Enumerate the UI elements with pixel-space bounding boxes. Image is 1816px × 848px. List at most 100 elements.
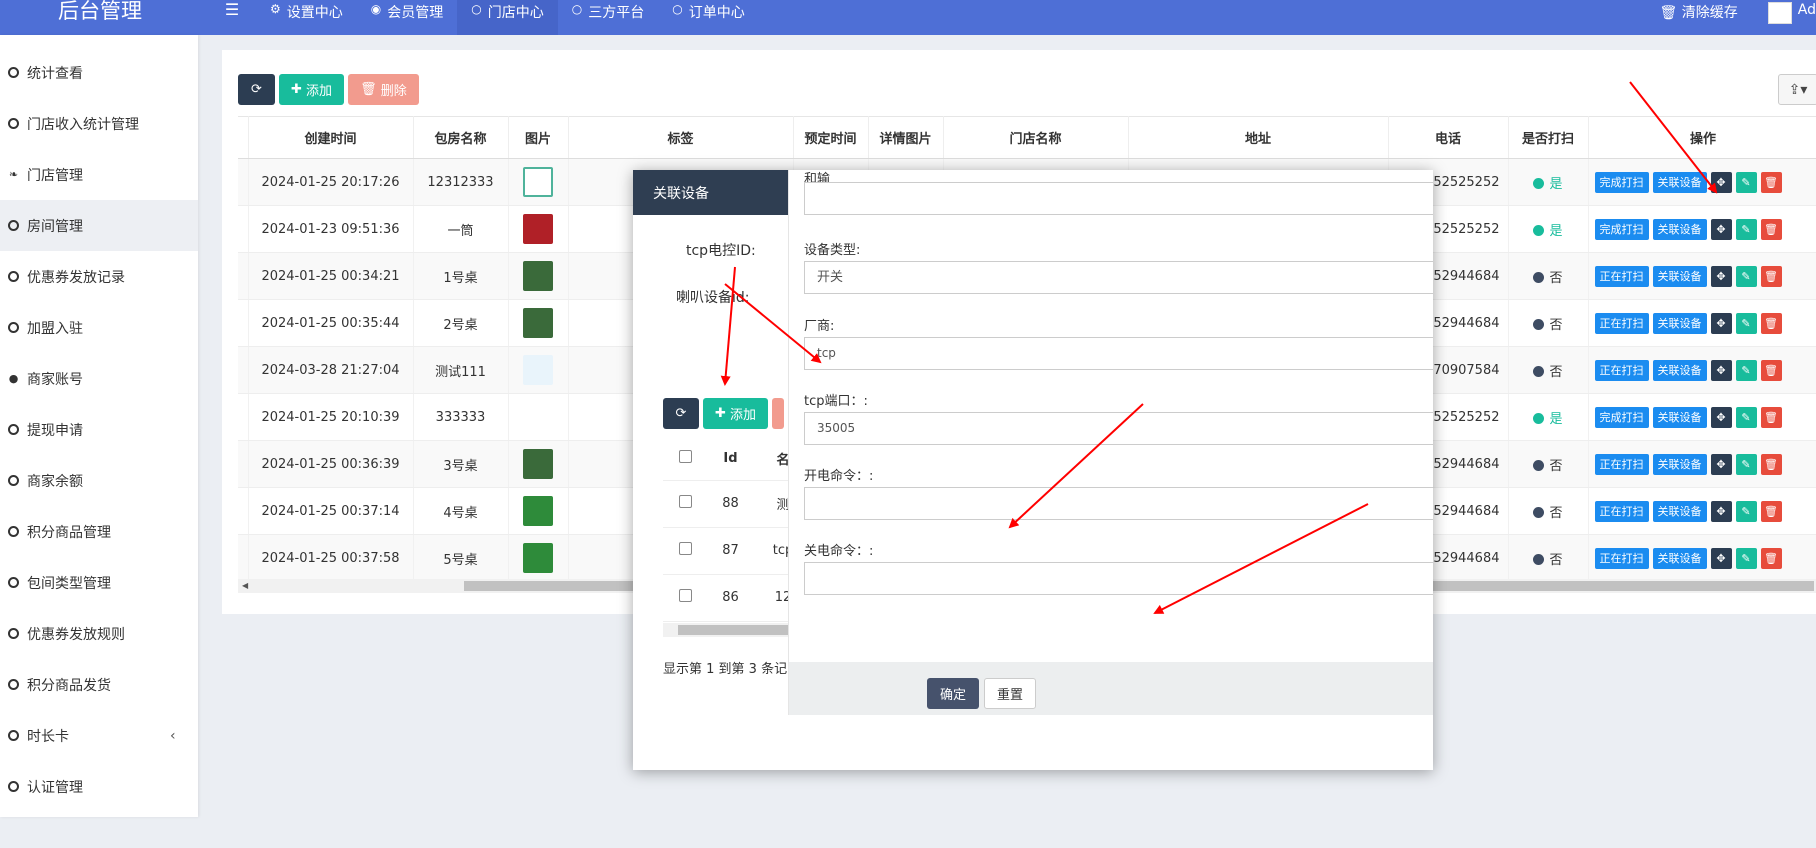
col-image[interactable]: 图片 bbox=[508, 116, 569, 159]
col-room-name[interactable]: 包房名称 bbox=[413, 116, 509, 159]
sidebar-item-merchant-accounts[interactable]: ● 商家账号 bbox=[0, 353, 198, 404]
room-thumbnail[interactable] bbox=[523, 449, 553, 479]
room-thumbnail[interactable] bbox=[523, 261, 553, 291]
nav-store-center[interactable]: ○ 门店中心 bbox=[457, 0, 558, 35]
delete-trash-icon[interactable]: 🗑 bbox=[1760, 171, 1782, 193]
cleaning-status-button[interactable]: 正在打扫 bbox=[1594, 312, 1649, 334]
modal-add-button[interactable]: ✚ 添加 bbox=[703, 398, 769, 429]
sidebar-item-merchant-balance[interactable]: 商家余额 bbox=[0, 455, 198, 506]
room-thumbnail[interactable] bbox=[523, 167, 553, 197]
delete-trash-icon[interactable]: 🗑 bbox=[1760, 218, 1782, 240]
delete-trash-icon[interactable]: 🗑 bbox=[1760, 312, 1782, 334]
delete-trash-icon[interactable]: 🗑 bbox=[1760, 406, 1782, 428]
delete-trash-icon[interactable]: 🗑 bbox=[1760, 359, 1782, 381]
cleaning-status-button[interactable]: 正在打扫 bbox=[1594, 500, 1649, 522]
drag-move-icon[interactable]: ✥ bbox=[1710, 547, 1732, 569]
user-name[interactable]: Ad bbox=[1798, 2, 1816, 18]
link-device-button[interactable]: 关联设备 bbox=[1652, 453, 1707, 475]
power-on-command-input[interactable] bbox=[804, 487, 1433, 520]
sidebar-item-franchise[interactable]: 加盟入驻 bbox=[0, 302, 198, 353]
edit-pencil-icon[interactable]: ✎ bbox=[1735, 265, 1757, 287]
menu-toggle-icon[interactable]: ☰ bbox=[222, 0, 242, 22]
link-device-button[interactable]: 关联设备 bbox=[1652, 547, 1707, 569]
room-thumbnail[interactable] bbox=[523, 308, 553, 338]
room-thumbnail[interactable] bbox=[523, 355, 553, 385]
drag-move-icon[interactable]: ✥ bbox=[1710, 359, 1732, 381]
clear-cache-button[interactable]: 🗑 清除缓存 bbox=[1660, 2, 1738, 22]
col-detail-images[interactable]: 详情图片 bbox=[868, 116, 944, 159]
row-checkbox[interactable] bbox=[679, 542, 692, 555]
sidebar-item-rooms[interactable]: 房间管理 bbox=[0, 200, 198, 251]
sidebar-item-coupon-records[interactable]: 优惠券发放记录 bbox=[0, 251, 198, 302]
link-device-button[interactable]: 关联设备 bbox=[1652, 312, 1707, 334]
col-tags[interactable]: 标签 bbox=[568, 116, 794, 159]
sidebar-item-store-income[interactable]: 门店收入统计管理 bbox=[0, 98, 198, 149]
modal-delete-button[interactable] bbox=[772, 398, 785, 429]
device-type-select[interactable]: 开关 bbox=[804, 261, 1433, 294]
delete-trash-icon[interactable]: 🗑 bbox=[1760, 547, 1782, 569]
add-button[interactable]: ✚ 添加 bbox=[279, 74, 345, 105]
room-thumbnail[interactable] bbox=[523, 496, 553, 526]
col-created[interactable]: 创建时间 bbox=[248, 116, 414, 159]
edit-pencil-icon[interactable]: ✎ bbox=[1735, 500, 1757, 522]
drag-move-icon[interactable]: ✥ bbox=[1710, 453, 1732, 475]
select-all-checkbox[interactable] bbox=[679, 450, 692, 464]
avatar[interactable] bbox=[1767, 2, 1792, 24]
cleaning-status-button[interactable]: 完成打扫 bbox=[1594, 406, 1649, 428]
sidebar-item-certification[interactable]: 认证管理 bbox=[0, 761, 198, 812]
link-device-button[interactable]: 关联设备 bbox=[1652, 500, 1707, 522]
sidebar-item-time-card[interactable]: 时长卡 ‹ bbox=[0, 710, 198, 761]
edit-pencil-icon[interactable]: ✎ bbox=[1735, 171, 1757, 193]
reset-button[interactable]: 重置 bbox=[984, 678, 1036, 709]
nav-third-party[interactable]: ○ 三方平台 bbox=[558, 0, 658, 35]
drag-move-icon[interactable]: ✥ bbox=[1710, 500, 1732, 522]
cleaning-status-button[interactable]: 正在打扫 bbox=[1594, 265, 1649, 287]
tcp-port-input[interactable]: 35005 bbox=[804, 412, 1433, 445]
col-address[interactable]: 地址 bbox=[1128, 116, 1389, 159]
col-booking-time[interactable]: 预定时间 bbox=[793, 116, 869, 159]
room-thumbnail[interactable] bbox=[523, 402, 553, 432]
delete-trash-icon[interactable]: 🗑 bbox=[1760, 265, 1782, 287]
edit-pencil-icon[interactable]: ✎ bbox=[1735, 218, 1757, 240]
sidebar-item-points-goods[interactable]: 积分商品管理 bbox=[0, 506, 198, 557]
room-thumbnail[interactable] bbox=[523, 214, 553, 244]
delete-button[interactable]: 🗑 删除 bbox=[348, 74, 419, 105]
drag-move-icon[interactable]: ✥ bbox=[1710, 171, 1732, 193]
edit-pencil-icon[interactable]: ✎ bbox=[1735, 359, 1757, 381]
sidebar-item-points-shipping[interactable]: 积分商品发货 bbox=[0, 659, 198, 710]
sidebar-item-withdrawals[interactable]: 提现申请 bbox=[0, 404, 198, 455]
nav-members[interactable]: ◉ 会员管理 bbox=[357, 0, 457, 35]
drag-move-icon[interactable]: ✥ bbox=[1710, 265, 1732, 287]
nav-settings[interactable]: ⚙ 设置中心 bbox=[256, 0, 357, 35]
link-device-button[interactable]: 关联设备 bbox=[1652, 406, 1707, 428]
modal-refresh-button[interactable]: ⟳ bbox=[663, 398, 699, 429]
edit-pencil-icon[interactable]: ✎ bbox=[1735, 312, 1757, 334]
sidebar-item-stats[interactable]: 统计查看 bbox=[0, 47, 198, 98]
confirm-button[interactable]: 确定 bbox=[927, 678, 979, 709]
link-device-button[interactable]: 关联设备 bbox=[1652, 359, 1707, 381]
vendor-input[interactable]: tcp bbox=[804, 337, 1433, 370]
drag-move-icon[interactable]: ✥ bbox=[1710, 406, 1732, 428]
col-phone[interactable]: 电话 bbox=[1388, 116, 1509, 159]
col-id[interactable]: Id bbox=[708, 438, 753, 481]
delete-trash-icon[interactable]: 🗑 bbox=[1760, 453, 1782, 475]
sidebar-item-coupon-rules[interactable]: 优惠券发放规则 bbox=[0, 608, 198, 659]
delete-trash-icon[interactable]: 🗑 bbox=[1760, 500, 1782, 522]
edit-pencil-icon[interactable]: ✎ bbox=[1735, 547, 1757, 569]
scroll-left-icon[interactable]: ◀ bbox=[242, 579, 248, 593]
power-off-command-input[interactable] bbox=[804, 562, 1433, 595]
row-checkbox[interactable] bbox=[679, 495, 692, 508]
row-checkbox[interactable] bbox=[679, 589, 692, 602]
chevron-left-icon[interactable]: ‹ bbox=[170, 728, 176, 744]
nav-orders[interactable]: ○ 订单中心 bbox=[658, 0, 758, 35]
cleaning-status-button[interactable]: 正在打扫 bbox=[1594, 547, 1649, 569]
cleaning-status-button[interactable]: 正在打扫 bbox=[1594, 453, 1649, 475]
cleaning-status-button[interactable]: 正在打扫 bbox=[1594, 359, 1649, 381]
col-store-name[interactable]: 门店名称 bbox=[943, 116, 1129, 159]
sidebar-item-stores[interactable]: ❧ 门店管理 bbox=[0, 149, 198, 200]
cleaning-status-button[interactable]: 完成打扫 bbox=[1594, 218, 1649, 240]
link-device-button[interactable]: 关联设备 bbox=[1652, 171, 1707, 193]
room-thumbnail[interactable] bbox=[523, 543, 553, 573]
drag-move-icon[interactable]: ✥ bbox=[1710, 218, 1732, 240]
drag-move-icon[interactable]: ✥ bbox=[1710, 312, 1732, 334]
